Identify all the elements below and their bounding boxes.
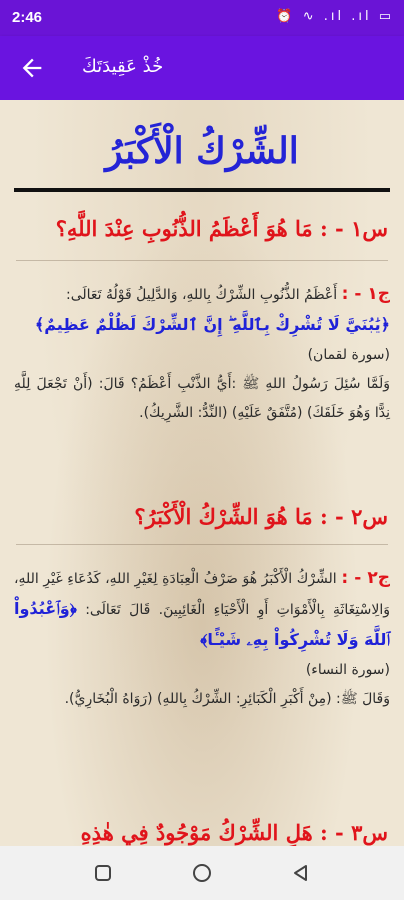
title-divider	[14, 188, 390, 192]
question-3: س٣ - : هَلِ الشِّرْكُ مَوْجُودٌ فِي هٰذِ…	[80, 820, 388, 845]
answer-text: أَعْظَمُ الذُّنُوبِ الشِّرْكُ بِاللهِ، و…	[66, 287, 338, 303]
answer-1: ج١ - : أَعْظَمُ الذُّنُوبِ الشِّرْكُ بِا…	[14, 280, 390, 428]
back-arrow-icon[interactable]	[18, 54, 46, 82]
divider	[16, 260, 388, 261]
status-time: 2:46	[12, 9, 43, 26]
back-nav-icon[interactable]	[291, 863, 311, 883]
status-icons: ⏰ ∿ .ıl .ıl ▭	[276, 9, 394, 24]
app-bar: خُذْ عَقِيدَتَكَ	[0, 36, 404, 100]
verse-source: (سورة النساء)	[305, 662, 390, 678]
app-title: خُذْ عَقِيدَتَكَ	[82, 56, 164, 77]
recents-icon[interactable]	[93, 863, 113, 883]
answer-label: ج١ - :	[341, 284, 390, 304]
hadith-text: وَلَمَّا سُئِلَ رَسُولُ اللهِ ﷺ :أَيُّ ا…	[14, 376, 390, 421]
home-icon[interactable]	[191, 863, 213, 885]
question-1: س١ - : مَا هُوَ أَعْظَمُ الذُّنُوبِ عِنْ…	[55, 216, 388, 241]
hadith-text: وَقَالَ ﷺ: (مِنْ أَكْبَرِ الْكَبَائِرِ: …	[64, 691, 390, 707]
quran-verse: ﴿يَٰبُنَيَّ لَا تُشْرِكْ بِٱللَّهِ ۖ إِن…	[34, 315, 390, 334]
status-bar: 2:46 ⏰ ∿ .ıl .ıl ▭	[0, 0, 404, 36]
divider	[16, 544, 388, 545]
answer-2: ج٢ - : الشِّرْكُ الْأَكْبَرُ هُوَ صَرْفُ…	[14, 564, 390, 714]
answer-label: ج٢ - :	[341, 568, 390, 588]
verse-source: (سورة لقمان)	[307, 347, 390, 363]
page-title: الشِّرْكُ الْأَكْبَرُ	[105, 130, 299, 172]
content-scroll-area[interactable]: الشِّرْكُ الْأَكْبَرُ س١ - : مَا هُوَ أَ…	[0, 100, 404, 846]
system-nav-bar	[0, 846, 404, 900]
question-2: س٢ - : مَا هُوَ الشِّرْكُ الْأَكْبَرُ؟	[134, 504, 388, 529]
